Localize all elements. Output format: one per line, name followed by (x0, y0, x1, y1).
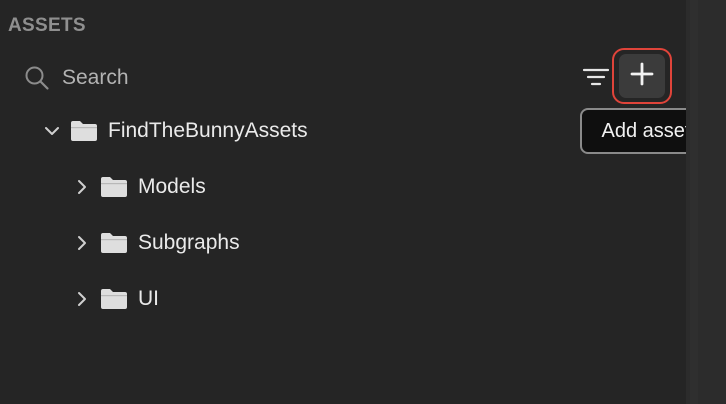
chevron-down-icon[interactable] (44, 123, 60, 139)
chevron-right-icon[interactable] (74, 291, 90, 307)
chevron-right-icon[interactable] (74, 235, 90, 251)
chevron-right-icon[interactable] (74, 179, 90, 195)
search-input[interactable]: Search (24, 62, 584, 94)
search-icon (24, 65, 50, 91)
tree-item-label: Subgraphs (138, 231, 240, 254)
tree-item-models[interactable]: Models (74, 172, 206, 202)
tree-item-findthebunnyassets[interactable]: FindTheBunnyAssets (44, 116, 308, 146)
panel-title: ASSETS (8, 15, 86, 36)
filter-icon (581, 65, 611, 94)
filter-button[interactable] (579, 64, 613, 94)
folder-icon (100, 288, 128, 310)
tree-item-label: UI (138, 287, 159, 310)
folder-icon (70, 120, 98, 142)
tree-item-ui[interactable]: UI (74, 284, 159, 314)
plus-icon (629, 61, 655, 92)
add-asset-button[interactable] (612, 48, 672, 104)
assets-panel: ASSETS Search Add asset FindTheBunnyAsse… (0, 0, 712, 404)
tree-item-label: Models (138, 175, 206, 198)
folder-icon (100, 232, 128, 254)
tree-item-subgraphs[interactable]: Subgraphs (74, 228, 240, 258)
tree-item-label: FindTheBunnyAssets (108, 119, 308, 142)
search-placeholder: Search (62, 66, 129, 89)
scrollbar-thumb[interactable] (690, 0, 698, 404)
add-asset-button-face[interactable] (619, 54, 665, 98)
folder-icon (100, 176, 128, 198)
